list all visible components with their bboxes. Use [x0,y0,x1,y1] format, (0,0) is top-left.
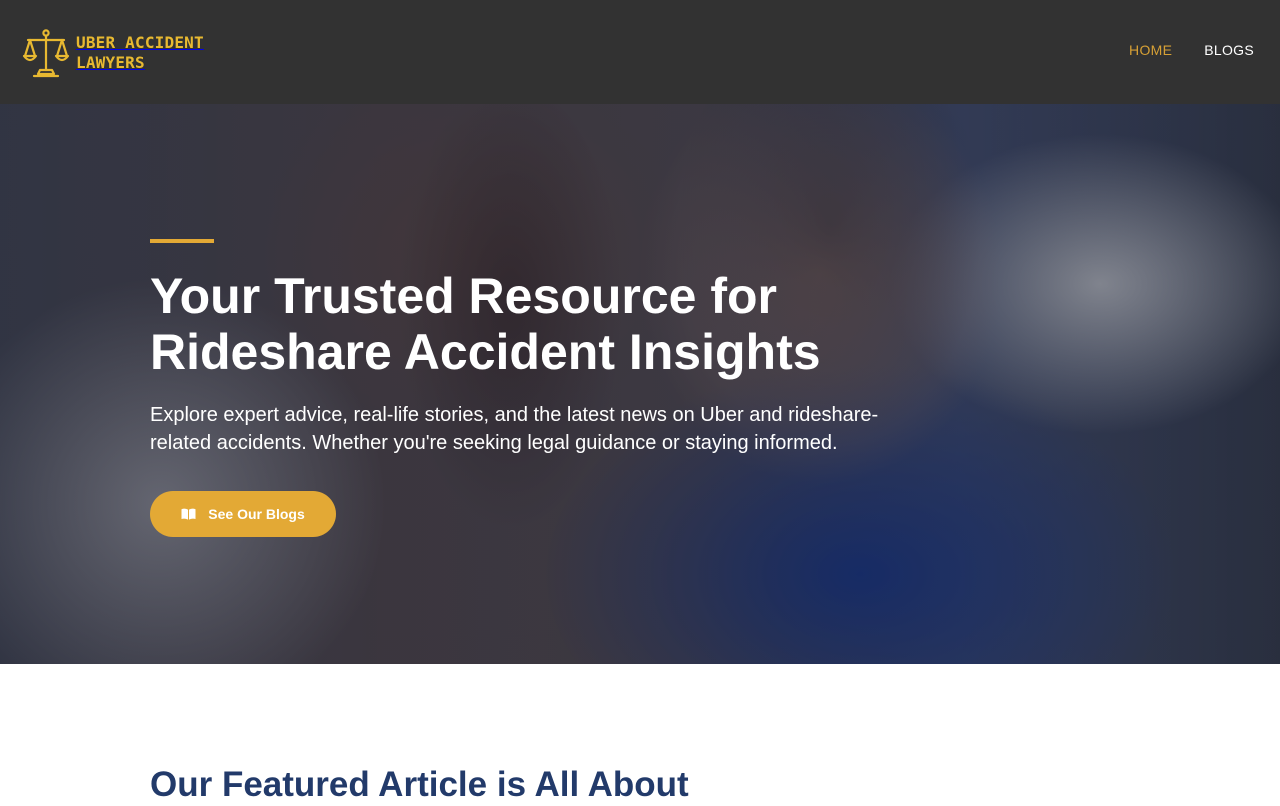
nav-home[interactable]: HOME [1129,42,1172,58]
brand-line-1: UBER ACCIDENT [76,33,204,52]
hero-subtitle: Explore expert advice, real-life stories… [150,404,879,454]
hero-overlay [0,104,1280,664]
site-header: UBER ACCIDENT LAWYERS HOME BLOGS [0,0,1280,104]
hero-title: Your Trusted Resource for Rideshare Acci… [150,268,821,380]
open-book-icon [181,508,196,520]
brand-line-2: LAWYERS [76,53,145,72]
see-our-blogs-button[interactable]: See Our Blogs [150,491,336,537]
main-nav: HOME BLOGS [1129,42,1254,58]
brand-name: UBER ACCIDENT LAWYERS [76,33,204,73]
accent-rule [150,239,214,243]
nav-blogs[interactable]: BLOGS [1204,42,1254,58]
site-logo[interactable]: UBER ACCIDENT LAWYERS [22,28,204,78]
cta-label: See Our Blogs [208,506,305,522]
hero-section: Your Trusted Resource for Rideshare Acci… [0,104,1280,664]
scales-of-justice-icon [22,29,70,78]
